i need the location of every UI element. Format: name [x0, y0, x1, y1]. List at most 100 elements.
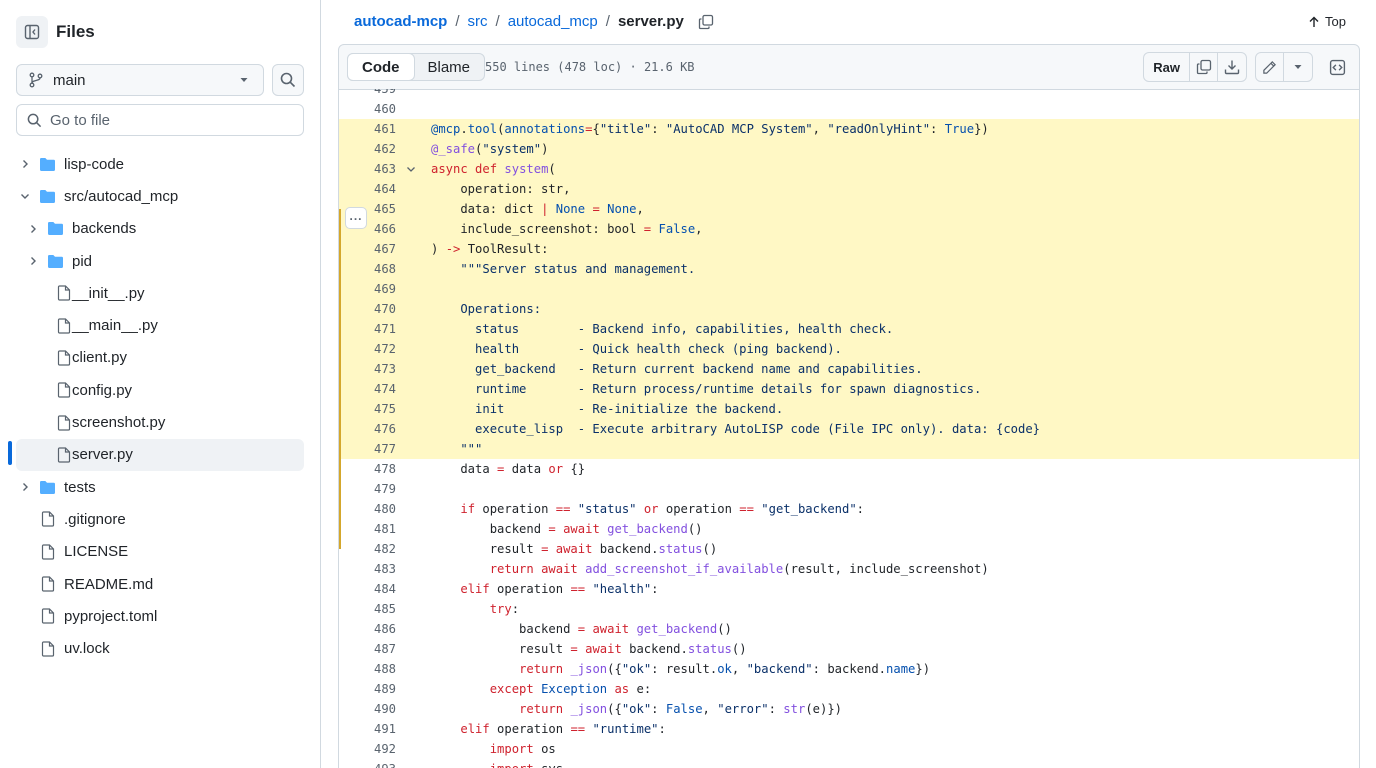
line-number[interactable]: 472 — [339, 339, 396, 359]
tree-file[interactable]: server.py — [16, 438, 304, 471]
code-line: 486 backend = await get_backend() — [339, 619, 1359, 639]
tree-file[interactable]: config.py — [16, 374, 304, 406]
copy-raw-button[interactable] — [1190, 53, 1218, 81]
line-number[interactable]: 488 — [339, 659, 396, 679]
line-number[interactable]: 477 — [339, 439, 396, 459]
breadcrumb-src-link[interactable]: src — [468, 13, 488, 30]
tree-file[interactable]: screenshot.py — [16, 406, 304, 438]
line-number[interactable]: 460 — [339, 99, 396, 119]
tab-code[interactable]: Code — [347, 53, 415, 81]
sidebar-title: Files — [56, 22, 95, 41]
line-number[interactable]: 462 — [339, 139, 396, 159]
code-text: operation: str, — [431, 182, 571, 196]
tree-folder[interactable]: src/autocad_mcp — [16, 180, 304, 212]
chevron-right-icon[interactable] — [19, 481, 31, 493]
line-number[interactable]: 484 — [339, 579, 396, 599]
branch-selector[interactable]: main — [16, 64, 264, 96]
file-icon — [41, 511, 55, 528]
code-lines: 459 460 461 @mcp.tool(annotations={"title":… — [339, 89, 1359, 768]
code-text: if operation == "status" or operation ==… — [460, 502, 865, 516]
line-number[interactable]: 487 — [339, 639, 396, 659]
file-tree: lisp-code src/autocad_mcp backends pid __ini… — [16, 148, 304, 665]
tree-file[interactable]: uv.lock — [16, 632, 304, 664]
tree-file[interactable]: __init__.py — [16, 277, 304, 309]
breadcrumb-autocad-mcp-link[interactable]: autocad_mcp — [508, 13, 598, 30]
line-number[interactable]: 470 — [339, 299, 396, 319]
tree-file[interactable]: client.py — [16, 342, 304, 374]
tree-file[interactable]: .gitignore — [16, 503, 304, 535]
chevron-down-icon[interactable] — [19, 190, 31, 202]
line-number[interactable]: 476 — [339, 419, 396, 439]
code-line: 467) -> ToolResult: — [339, 239, 1359, 259]
branch-name: main — [53, 71, 86, 89]
code-text: except Exception as e: — [489, 682, 652, 696]
chevron-right-icon[interactable] — [27, 223, 39, 235]
copy-path-button[interactable] — [698, 14, 714, 30]
search-files-button[interactable] — [272, 64, 304, 96]
line-number[interactable]: 491 — [339, 719, 396, 739]
fold-chevron-icon[interactable] — [405, 159, 417, 179]
line-number[interactable]: 483 — [339, 559, 396, 579]
line-number[interactable]: 475 — [339, 399, 396, 419]
code-text: backend = await get_backend() — [431, 622, 732, 636]
tree-file[interactable]: README.md — [16, 568, 304, 600]
line-number[interactable]: 492 — [339, 739, 396, 759]
tree-file[interactable]: __main__.py — [16, 309, 304, 341]
raw-button[interactable]: Raw — [1144, 53, 1190, 81]
line-number[interactable]: 478 — [339, 459, 396, 479]
symbols-panel-button[interactable] — [1323, 53, 1351, 81]
line-number[interactable]: 480 — [339, 499, 396, 519]
breadcrumb-separator: / — [605, 13, 610, 30]
line-number[interactable]: 481 — [339, 519, 396, 539]
line-number[interactable]: 493 — [339, 759, 396, 768]
arrow-up-icon — [1309, 16, 1319, 27]
line-number[interactable]: 467 — [339, 239, 396, 259]
code-line: 463 async def system( — [339, 159, 1359, 179]
line-number[interactable]: 486 — [339, 619, 396, 639]
line-actions-button[interactable]: ... — [345, 207, 367, 229]
line-number[interactable]: 485 — [339, 599, 396, 619]
download-button[interactable] — [1218, 53, 1246, 81]
line-number[interactable]: 482 — [339, 539, 396, 559]
code-text: async def system( — [431, 162, 556, 176]
line-number[interactable]: 474 — [339, 379, 396, 399]
line-number[interactable]: 489 — [339, 679, 396, 699]
collapse-sidebar-button[interactable] — [16, 16, 48, 48]
line-number[interactable]: 469 — [339, 279, 396, 299]
code-line: 462 @_safe("system") — [339, 139, 1359, 159]
line-number[interactable]: 490 — [339, 699, 396, 719]
code-line: 479 — [339, 479, 1359, 499]
go-to-file-field[interactable] — [16, 104, 304, 136]
breadcrumb-repo-link[interactable]: autocad-mcp — [354, 13, 447, 30]
line-number[interactable]: 461 — [339, 119, 396, 139]
line-number[interactable]: 464 — [339, 179, 396, 199]
raw-copy-download-group: Raw — [1143, 52, 1247, 82]
code-line: 487 result = await backend.status() — [339, 639, 1359, 659]
edit-options-button[interactable] — [1284, 53, 1312, 81]
line-number[interactable]: 479 — [339, 479, 396, 499]
line-number[interactable]: 473 — [339, 359, 396, 379]
line-number[interactable]: 468 — [339, 259, 396, 279]
caret-down-icon — [1294, 65, 1302, 69]
code-line: 491 elif operation == "runtime": — [339, 719, 1359, 739]
tree-folder[interactable]: backends — [16, 213, 304, 245]
tree-folder[interactable]: lisp-code — [16, 148, 304, 180]
chevron-right-icon[interactable] — [27, 255, 39, 267]
tree-file[interactable]: pyproject.toml — [16, 600, 304, 632]
line-number[interactable]: 463 — [339, 159, 396, 179]
line-number[interactable]: 459 — [339, 89, 396, 99]
tree-folder[interactable]: pid — [16, 245, 304, 277]
go-to-file-input[interactable] — [50, 111, 290, 129]
code-line: 468 """Server status and management. — [339, 259, 1359, 279]
tree-item-label: LICENSE — [64, 543, 129, 561]
chevron-right-icon[interactable] — [19, 158, 31, 170]
breadcrumb-separator: / — [455, 13, 460, 30]
tab-blame[interactable]: Blame — [414, 54, 485, 80]
top-button[interactable]: Top — [1308, 14, 1346, 29]
file-icon — [57, 285, 71, 301]
code-text: return _json({"ok": False, "error": str(… — [519, 702, 842, 716]
line-number[interactable]: 471 — [339, 319, 396, 339]
edit-file-button[interactable] — [1256, 53, 1284, 81]
tree-file[interactable]: LICENSE — [16, 536, 304, 568]
tree-folder[interactable]: tests — [16, 471, 304, 503]
